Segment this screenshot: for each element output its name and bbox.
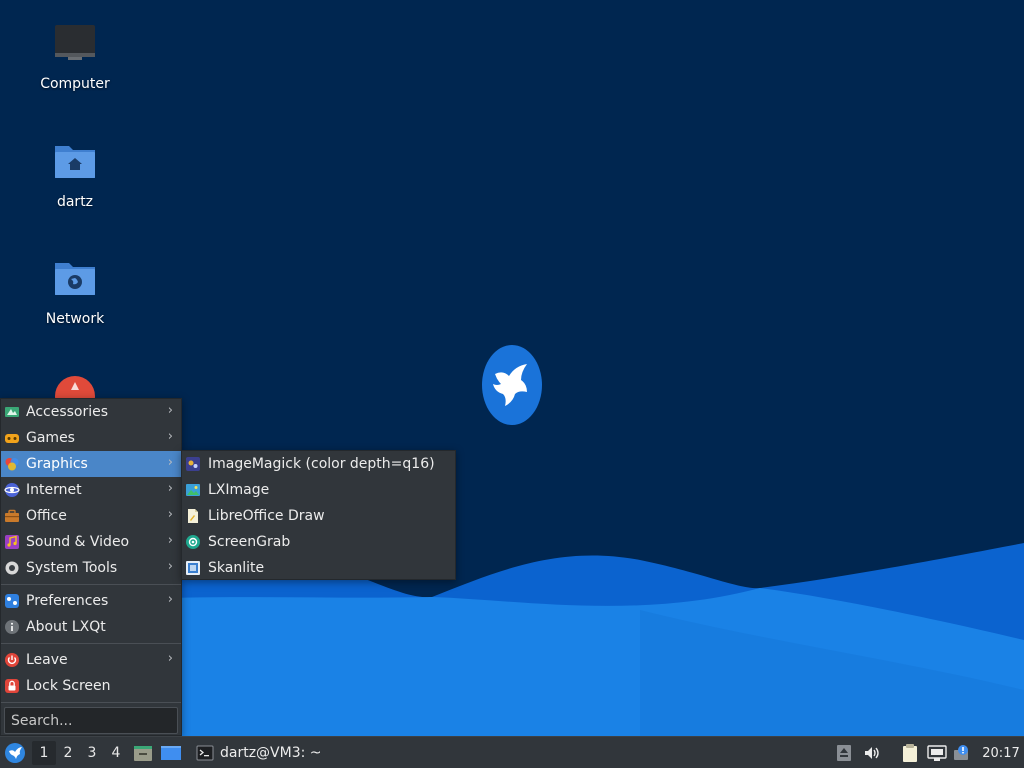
- lximage-icon: [186, 484, 200, 496]
- menu-item-label: Office: [26, 508, 67, 524]
- system-tools-icon: [5, 561, 19, 575]
- chevron-right-icon: ›: [167, 533, 173, 548]
- menu-item-graphics[interactable]: Graphics ›: [1, 451, 181, 477]
- desktop-icon-label: Computer: [40, 76, 110, 92]
- menu-item-label: LibreOffice Draw: [208, 508, 325, 524]
- games-icon: [5, 434, 19, 443]
- tray-notification[interactable]: [952, 737, 974, 768]
- menu-item-about-lxqt[interactable]: About LXQt: [1, 614, 181, 640]
- power-icon: [5, 653, 19, 667]
- chevron-right-icon: ›: [167, 651, 173, 666]
- partial-app-icon: [55, 376, 95, 398]
- taskbar: 1 2 3 4 dartz@VM3: ~ 20:17: [0, 736, 1024, 768]
- screengrab-icon: [186, 535, 200, 549]
- notification-icon: [954, 745, 968, 760]
- menu-item-label: Leave: [26, 652, 68, 668]
- network-folder-icon: [55, 263, 95, 295]
- internet-icon: [4, 483, 20, 497]
- menu-item-internet[interactable]: Internet ›: [1, 477, 181, 503]
- tray-volume[interactable]: [861, 737, 883, 768]
- workspace-3[interactable]: 3: [80, 741, 104, 765]
- desktop-icon-label: Network: [45, 311, 105, 327]
- chevron-right-icon: ›: [167, 507, 173, 522]
- file-manager-icon: [134, 745, 152, 761]
- menu-item-label: Skanlite: [208, 560, 265, 576]
- menu-item-label: ScreenGrab: [208, 534, 291, 550]
- tray-network[interactable]: [926, 737, 948, 768]
- desktop-icon-computer[interactable]: Computer: [20, 22, 130, 92]
- volume-icon: [865, 747, 879, 759]
- desktop-icon-home[interactable]: dartz: [20, 140, 130, 210]
- menu-item-label: LXImage: [208, 482, 270, 498]
- menu-item-label: Accessories: [26, 404, 109, 420]
- preferences-icon: [5, 594, 19, 608]
- info-icon: [5, 620, 19, 634]
- workspace-4[interactable]: 4: [104, 741, 128, 765]
- show-desktop-icon: [161, 745, 181, 760]
- hummingbird-logo-icon: [482, 345, 542, 425]
- menu-item-label: Preferences: [26, 593, 109, 609]
- submenu-item-lximage[interactable]: LXImage: [182, 477, 455, 503]
- home-folder-icon: [55, 146, 95, 178]
- chevron-right-icon: ›: [167, 455, 173, 470]
- computer-icon: [55, 25, 95, 60]
- clock[interactable]: 20:17: [978, 737, 1024, 768]
- menu-search-input[interactable]: [4, 707, 178, 734]
- imagemagick-icon: [186, 457, 200, 471]
- chevron-right-icon: ›: [167, 481, 173, 496]
- network-wired-icon: [927, 745, 947, 761]
- desktop-icon-network[interactable]: Network: [20, 257, 130, 327]
- accessories-icon: [5, 407, 19, 417]
- task-title: dartz@VM3: ~: [220, 744, 322, 761]
- submenu-item-screengrab[interactable]: ScreenGrab: [182, 529, 455, 555]
- workspace-2[interactable]: 2: [56, 741, 80, 765]
- chevron-right-icon: ›: [167, 559, 173, 574]
- workspace-1[interactable]: 1: [32, 740, 56, 765]
- file-manager-launcher[interactable]: [130, 740, 156, 766]
- graphics-submenu: ImageMagick (color depth=q16) LXImage Li…: [181, 450, 456, 580]
- menu-item-label: System Tools: [26, 560, 118, 576]
- menu-item-label: Lock Screen: [26, 678, 111, 694]
- chevron-right-icon: ›: [167, 403, 173, 418]
- chevron-right-icon: ›: [167, 429, 173, 444]
- terminal-icon: [196, 745, 214, 760]
- submenu-item-libreoffice-draw[interactable]: LibreOffice Draw: [182, 503, 455, 529]
- task-terminal[interactable]: dartz@VM3: ~: [192, 739, 330, 767]
- lubuntu-logo-icon: [5, 742, 25, 763]
- menu-item-leave[interactable]: Leave ›: [1, 647, 181, 673]
- submenu-item-imagemagick[interactable]: ImageMagick (color depth=q16): [182, 451, 455, 477]
- clipboard-icon: [903, 744, 917, 762]
- submenu-item-skanlite[interactable]: Skanlite: [182, 555, 455, 581]
- menu-item-label: Graphics: [26, 456, 88, 472]
- menu-separator: [1, 643, 181, 644]
- update-notifier-icon: [837, 745, 851, 761]
- start-menu-button[interactable]: [0, 737, 30, 768]
- office-icon: [5, 509, 19, 522]
- menu-separator: [1, 584, 181, 585]
- tray-clipboard[interactable]: [899, 737, 921, 768]
- menu-item-label: Internet: [26, 482, 82, 498]
- skanlite-icon: [186, 561, 200, 575]
- menu-item-label: ImageMagick (color depth=q16): [208, 456, 435, 472]
- desktop-icon-label: dartz: [56, 194, 94, 210]
- menu-item-accessories[interactable]: Accessories ›: [1, 399, 181, 425]
- menu-item-system-tools[interactable]: System Tools ›: [1, 555, 181, 581]
- menu-item-preferences[interactable]: Preferences ›: [1, 588, 181, 614]
- libreoffice-draw-icon: [188, 509, 198, 523]
- show-desktop-launcher[interactable]: [158, 740, 184, 766]
- graphics-icon: [5, 458, 19, 471]
- tray-updates[interactable]: [834, 737, 854, 768]
- sound-video-icon: [5, 535, 19, 549]
- menu-item-games[interactable]: Games ›: [1, 425, 181, 451]
- application-menu: Accessories › Games › Graphics › Interne…: [0, 398, 182, 736]
- menu-item-office[interactable]: Office ›: [1, 503, 181, 529]
- menu-separator: [1, 702, 181, 703]
- menu-item-label: About LXQt: [26, 619, 106, 635]
- menu-item-label: Games: [26, 430, 75, 446]
- menu-item-lock-screen[interactable]: Lock Screen: [1, 673, 181, 699]
- menu-item-label: Sound & Video: [26, 534, 130, 550]
- chevron-right-icon: ›: [167, 592, 173, 607]
- menu-item-sound-video[interactable]: Sound & Video ›: [1, 529, 181, 555]
- lock-icon: [5, 679, 19, 693]
